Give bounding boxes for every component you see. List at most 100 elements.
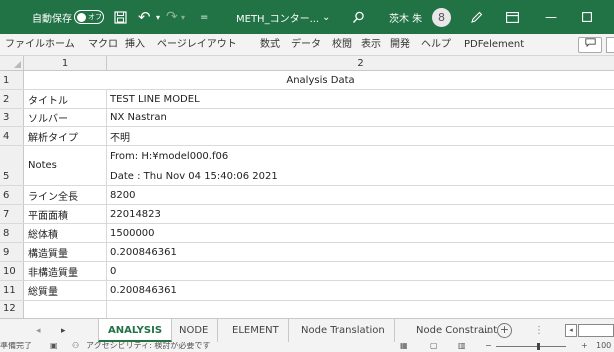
accessibility-icon[interactable]: ⚇ — [72, 342, 79, 352]
page-break-view-icon[interactable]: ▥ — [458, 342, 466, 352]
row-header[interactable]: 4 — [0, 127, 24, 145]
table-row: 2 タイトル TEST LINE MODEL — [0, 90, 614, 109]
tab-review[interactable]: 校閲 — [332, 34, 352, 56]
tab-pdfelement[interactable]: PDFelement — [464, 34, 524, 56]
cell-value-line1[interactable]: From: H:¥model000.f06 — [107, 146, 614, 166]
row-header[interactable]: 1 — [0, 71, 24, 89]
undo-dropdown-icon[interactable]: ▾ — [156, 0, 160, 34]
cell-value[interactable]: 1500000 — [107, 224, 614, 242]
ribbon-display-icon[interactable] — [506, 0, 519, 34]
tab-formulas[interactable]: 数式 — [260, 34, 280, 56]
avatar[interactable]: 8 — [432, 8, 451, 27]
comments-button[interactable] — [578, 37, 602, 53]
macro-record-icon[interactable]: ▣ — [50, 342, 58, 352]
select-all-triangle-icon — [14, 61, 21, 68]
minimize-icon[interactable]: — — [545, 0, 557, 34]
page-layout-view-icon[interactable]: ▢ — [430, 342, 438, 352]
cell-label[interactable]: 平面面積 — [24, 205, 107, 223]
undo-icon[interactable]: ↶ — [138, 0, 151, 34]
zoom-slider-thumb[interactable] — [537, 343, 540, 350]
cell-label[interactable] — [24, 301, 107, 318]
cell-label[interactable]: ソルバー — [24, 109, 107, 126]
user-name[interactable]: 茨木 朱 — [389, 0, 422, 34]
cell-value[interactable]: 不明 — [107, 127, 614, 145]
redo-dropdown-icon: ▾ — [181, 12, 186, 22]
table-row: 11 総質量 0.200846361 — [0, 281, 614, 301]
cell-value[interactable]: 22014823 — [107, 205, 614, 223]
tab-home[interactable]: ホーム — [45, 34, 75, 56]
ribbon-tab-bar: ファイル ホーム マクロ 挿入 ページレイアウト 数式 データ 校閲 表示 開発… — [0, 34, 614, 56]
select-all-corner[interactable] — [0, 56, 24, 71]
cell-value[interactable]: NX Nastran — [107, 109, 614, 126]
cell-value[interactable]: TEST LINE MODEL — [107, 90, 614, 108]
row-header[interactable]: 2 — [0, 90, 24, 108]
cell-label[interactable]: タイトル — [24, 90, 107, 108]
maximize-icon[interactable] — [582, 0, 592, 34]
sheet-tab-node[interactable]: NODE — [170, 319, 219, 342]
search-icon[interactable] — [352, 0, 365, 34]
hscroll-left-icon[interactable]: ◂ — [565, 324, 577, 337]
cell-value[interactable] — [107, 301, 614, 318]
column-header-1[interactable]: 1 — [24, 56, 107, 71]
horizontal-scrollbar[interactable] — [578, 324, 614, 337]
save-icon[interactable] — [114, 0, 127, 34]
zoom-in-button[interactable]: + — [581, 342, 588, 352]
accessibility-status[interactable]: アクセシビリティ: 検討が必要です — [86, 342, 210, 352]
share-button[interactable] — [606, 37, 614, 53]
tab-split-handle-icon[interactable]: ⋮ — [534, 319, 544, 343]
table-row: 7 平面面積 22014823 — [0, 205, 614, 224]
cell-value-line2[interactable]: Date : Thu Nov 04 15:40:06 2021 — [107, 166, 614, 186]
row-header[interactable]: 6 — [0, 186, 24, 204]
row-header[interactable]: 5 — [0, 146, 24, 185]
cell-value[interactable]: 8200 — [107, 186, 614, 204]
cell-label[interactable]: 構造質量 — [24, 243, 107, 261]
row-header[interactable]: 8 — [0, 224, 24, 242]
sheet-tab-element[interactable]: ELEMENT — [223, 319, 289, 342]
sheet-tab-node-translation[interactable]: Node Translation — [292, 319, 395, 342]
tab-macro[interactable]: マクロ — [88, 34, 118, 56]
document-title[interactable]: METH_コンター... — [236, 0, 319, 34]
cell-value[interactable]: 0 — [107, 262, 614, 280]
tab-page-layout[interactable]: ページレイアウト — [157, 34, 237, 56]
cell-label[interactable]: 総体積 — [24, 224, 107, 242]
tab-insert[interactable]: 挿入 — [125, 34, 145, 56]
normal-view-icon[interactable]: ▦ — [400, 342, 408, 352]
zoom-out-button[interactable]: − — [485, 342, 492, 352]
cell-label[interactable]: 非構造質量 — [24, 262, 107, 280]
tab-help[interactable]: ヘルプ — [421, 34, 451, 56]
more-sheets-icon[interactable]: ... — [482, 319, 492, 343]
sheet-scroll-left-icon[interactable]: ◂ — [36, 319, 41, 343]
row-header[interactable]: 11 — [0, 281, 24, 300]
cell-value[interactable]: 0.200846361 — [107, 281, 614, 300]
cell-merged-title[interactable]: Analysis Data — [24, 71, 614, 89]
cell-value[interactable]: 0.200846361 — [107, 243, 614, 261]
sheet-tab-analysis[interactable]: ANALYSIS — [98, 319, 173, 342]
cell-label[interactable]: 解析タイプ — [24, 127, 107, 145]
toggle-knob — [77, 12, 86, 22]
quick-access-customize-icon[interactable]: = — [200, 0, 208, 34]
column-header-2[interactable]: 2 — [107, 56, 614, 71]
row-header[interactable]: 7 — [0, 205, 24, 223]
cell-label[interactable]: Notes — [24, 146, 107, 185]
sheet-scroll-right-icon[interactable]: ▸ — [61, 319, 66, 343]
title-chevron-down-icon[interactable]: ⌄ — [322, 0, 330, 34]
pen-icon[interactable] — [470, 0, 483, 34]
tab-file[interactable]: ファイル — [5, 34, 45, 56]
row-header[interactable]: 3 — [0, 109, 24, 126]
tab-view[interactable]: 表示 — [361, 34, 381, 56]
tab-data[interactable]: データ — [291, 34, 321, 56]
table-row: 12 — [0, 301, 614, 318]
row-header[interactable]: 10 — [0, 262, 24, 280]
title-bar: 自動保存 オフ ↶ ▾ ↷ ▾ = METH_コンター... ⌄ 茨木 朱 8 … — [0, 0, 614, 34]
worksheet-grid[interactable]: 1 Analysis Data 2 タイトル TEST LINE MODEL 3… — [0, 71, 614, 318]
row-header[interactable]: 9 — [0, 243, 24, 261]
add-sheet-icon[interactable]: + — [497, 323, 512, 338]
cell-label[interactable]: 総質量 — [24, 281, 107, 300]
autosave-toggle[interactable]: オフ — [74, 10, 104, 24]
cell-label[interactable]: ライン全長 — [24, 186, 107, 204]
tab-developer[interactable]: 開発 — [390, 34, 410, 56]
zoom-level[interactable]: 100 — [596, 342, 611, 352]
row-header[interactable]: 12 — [0, 301, 24, 318]
autosave-label: 自動保存 — [32, 13, 72, 25]
zoom-slider[interactable] — [496, 346, 566, 347]
